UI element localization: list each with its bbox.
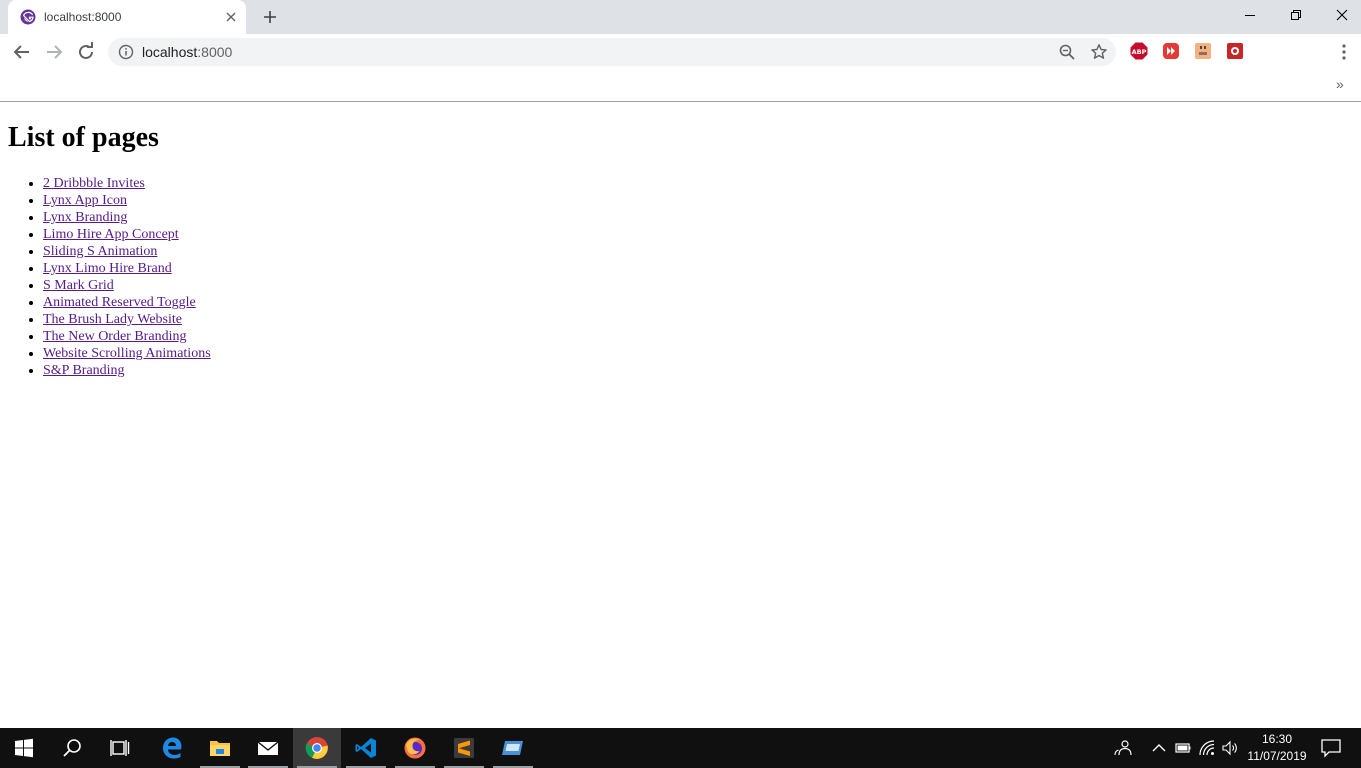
bookmarks-bar: » [0, 70, 1361, 102]
list-item: S Mark Grid [43, 277, 211, 294]
forward-icon[interactable] [42, 40, 66, 64]
list-item: Lynx App Icon [43, 192, 211, 209]
vscode-icon [355, 738, 376, 758]
svg-text:ABP: ABP [1132, 48, 1147, 56]
page-link[interactable]: Sliding S Animation [43, 244, 157, 259]
file-explorer-icon [210, 741, 230, 756]
wifi-icon[interactable] [1198, 739, 1216, 757]
page-content: List of pages 2 Dribbble Invites Lynx Ap… [0, 103, 1361, 728]
browser-toolbar: localhost:8000 ABP [0, 34, 1361, 70]
page-link[interactable]: Lynx Limo Hire Brand [43, 261, 172, 276]
page-title: List of pages [8, 122, 159, 153]
page-link[interactable]: The New Order Branding [43, 329, 186, 344]
search-icon [63, 739, 81, 757]
url-text[interactable]: localhost:8000 [142, 44, 232, 60]
battery-icon[interactable] [1174, 739, 1192, 757]
sublime-button[interactable] [440, 728, 488, 768]
list-item: Lynx Branding [43, 209, 211, 226]
tab-strip: localhost:8000 [0, 0, 1361, 34]
system-clock[interactable]: 16:30 11/07/2019 [1240, 731, 1314, 765]
page-link[interactable]: The Brush Lady Website [43, 312, 182, 327]
close-tab-icon[interactable] [222, 8, 240, 26]
minimize-icon [1245, 15, 1255, 16]
start-icon [15, 738, 33, 758]
edge-button[interactable] [148, 728, 196, 768]
adblock-plus-icon[interactable]: ABP [1130, 42, 1148, 60]
zoom-icon[interactable] [1058, 43, 1076, 61]
list-item: Lynx Limo Hire Brand [43, 260, 211, 277]
windows-taskbar: 16:30 11/07/2019 [0, 728, 1361, 768]
firefox-icon [404, 737, 426, 759]
list-item: S&P Branding [43, 362, 211, 379]
chevron-up-icon[interactable] [1150, 739, 1168, 757]
volume-icon[interactable] [1221, 739, 1239, 757]
back-icon[interactable] [10, 40, 34, 64]
list-item: Sliding S Animation [43, 243, 211, 260]
page-link[interactable]: 2 Dribbble Invites [43, 176, 145, 191]
list-item: 2 Dribbble Invites [43, 175, 211, 192]
bookmark-star-icon[interactable] [1090, 43, 1108, 61]
file-explorer-button[interactable] [196, 728, 244, 768]
url-host: localhost [142, 44, 198, 60]
people-icon[interactable] [1114, 739, 1132, 757]
page-link[interactable]: Lynx App Icon [43, 193, 127, 208]
bookmarks-overflow-button[interactable]: » [1336, 76, 1344, 92]
task-view-icon [110, 740, 130, 756]
remote-desktop-button[interactable] [489, 728, 537, 768]
site-info-icon[interactable] [118, 44, 134, 60]
minimize-button[interactable] [1227, 0, 1273, 30]
page-link[interactable]: S Mark Grid [43, 278, 114, 293]
dictionary-extension-icon[interactable] [1194, 42, 1212, 60]
list-item: Limo Hire App Concept [43, 226, 211, 243]
mail-icon [257, 741, 279, 755]
chrome-menu-icon[interactable] [1335, 42, 1353, 62]
start-button[interactable] [0, 728, 48, 768]
clock-time: 16:30 [1261, 732, 1293, 746]
gatsby-favicon-icon [20, 9, 36, 25]
restore-icon [1291, 10, 1301, 20]
close-icon [1336, 9, 1348, 21]
action-center-icon[interactable] [1320, 738, 1342, 758]
page-link[interactable]: Website Scrolling Animations [43, 346, 211, 361]
pages-list: 2 Dribbble Invites Lynx App Icon Lynx Br… [43, 175, 211, 379]
page-link[interactable]: Limo Hire App Concept [43, 227, 179, 242]
chrome-button[interactable] [293, 728, 341, 768]
reload-icon[interactable] [74, 40, 98, 64]
vscode-button[interactable] [342, 728, 390, 768]
clock-date: 11/07/2019 [1247, 749, 1307, 763]
restore-button[interactable] [1273, 0, 1319, 30]
firefox-button[interactable] [391, 728, 439, 768]
web-dev-extension-icon[interactable] [1226, 42, 1244, 60]
url-port: :8000 [197, 44, 233, 60]
remote-desktop-icon [502, 741, 523, 755]
task-view-button[interactable] [96, 728, 144, 768]
list-item: The Brush Lady Website [43, 311, 211, 328]
new-tab-icon[interactable] [260, 7, 280, 27]
browser-tab[interactable]: localhost:8000 [8, 0, 246, 34]
page-link[interactable]: S&P Branding [43, 363, 125, 378]
sublime-icon [454, 738, 474, 758]
edge-icon [163, 737, 182, 759]
close-window-button[interactable] [1319, 0, 1361, 30]
page-link[interactable]: Lynx Branding [43, 210, 127, 225]
chrome-icon [305, 737, 328, 759]
tab-title: localhost:8000 [44, 10, 122, 24]
list-item: The New Order Branding [43, 328, 211, 345]
list-item: Website Scrolling Animations [43, 345, 211, 362]
page-link[interactable]: Animated Reserved Toggle [43, 295, 196, 310]
address-bar[interactable]: localhost:8000 [108, 38, 1116, 66]
mail-button[interactable] [244, 728, 292, 768]
media-extension-icon[interactable] [1162, 42, 1180, 60]
list-item: Animated Reserved Toggle [43, 294, 211, 311]
search-button[interactable] [48, 728, 96, 768]
